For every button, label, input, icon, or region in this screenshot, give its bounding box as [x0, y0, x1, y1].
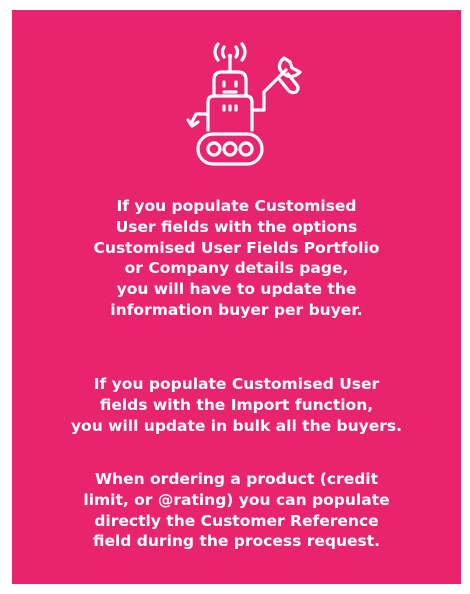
- text-line: or Company details page,: [124, 259, 349, 278]
- paragraph-customised-fields: If you populate Customised User fields w…: [12, 196, 461, 321]
- text-line: information buyer per buyer.: [110, 300, 363, 319]
- info-card: If you populate Customised User fields w…: [12, 10, 461, 584]
- text-line: Customised User Fields Portfolio: [93, 238, 380, 257]
- text-line: limit, or @rating) you can populate: [83, 490, 390, 509]
- paragraph-import-function: If you populate Customised User fields w…: [12, 374, 461, 436]
- text-line: field during the process request.: [92, 532, 381, 551]
- text-line: you will update in bulk all the buyers.: [70, 416, 403, 435]
- text-line: directly the Customer Reference: [94, 511, 379, 530]
- text-line: User fields with the options: [115, 217, 358, 236]
- paragraph-ordering-product: When ordering a product (credit limit, o…: [12, 469, 461, 552]
- text-line: If you populate Customised: [116, 197, 357, 215]
- text-line: If you populate Customised User: [93, 375, 380, 393]
- robot-with-wrench-icon: [186, 42, 302, 166]
- text-line: fields with the Import function,: [99, 395, 374, 414]
- text-line: you will have to update the: [116, 280, 357, 299]
- text-line: When ordering a product (credit: [94, 470, 379, 488]
